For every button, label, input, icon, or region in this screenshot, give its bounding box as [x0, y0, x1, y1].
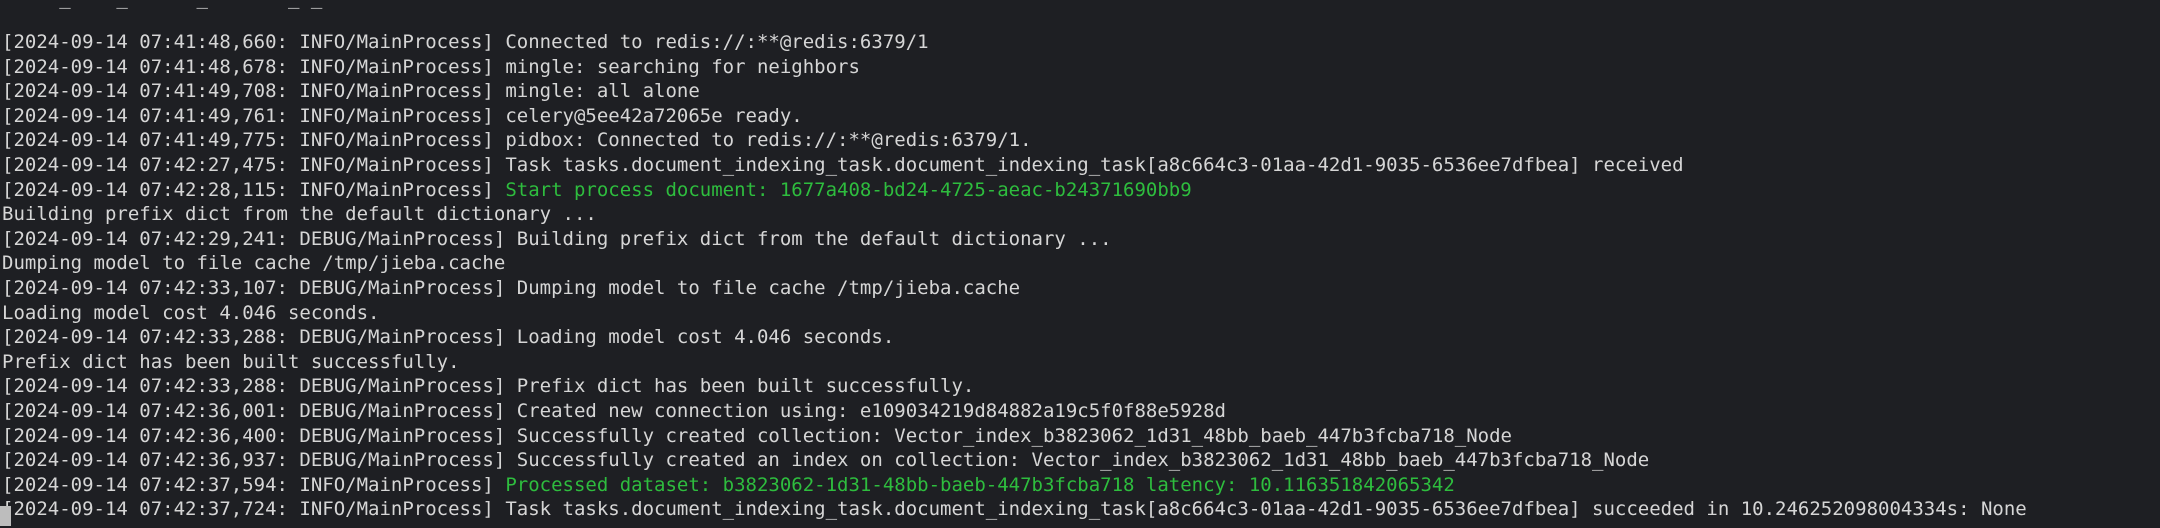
log-message: Task tasks.document_indexing_task.docume…	[505, 498, 2027, 521]
log-line: [2024-09-14 07:42:37,724: INFO/MainProce…	[0, 497, 2160, 522]
log-prefix: [2024-09-14 07:42:33,107: DEBUG/MainProc…	[2, 276, 517, 299]
log-line: [2024-09-14 07:42:33,288: DEBUG/MainProc…	[0, 325, 2160, 350]
log-line: [2024-09-14 07:42:33,288: DEBUG/MainProc…	[0, 374, 2160, 399]
log-line: [2024-09-14 07:42:33,107: DEBUG/MainProc…	[0, 276, 2160, 301]
terminal-cursor	[0, 506, 11, 526]
log-prefix: [2024-09-14 07:42:27,475: INFO/MainProce…	[2, 153, 506, 176]
clipped-top-line: _ _ _ _ _	[0, 0, 402, 11]
log-line: [2024-09-14 07:41:49,708: INFO/MainProce…	[0, 79, 2160, 104]
log-line: [2024-09-14 07:41:48,660: INFO/MainProce…	[0, 30, 2160, 55]
log-output: [2024-09-14 07:41:48,660: INFO/MainProce…	[0, 30, 2160, 522]
log-message: Dumping model to file cache /tmp/jieba.c…	[516, 276, 1021, 299]
log-message: Loading model cost 4.046 seconds.	[2, 301, 380, 324]
log-message: Successfully created an index on collect…	[516, 449, 1650, 472]
log-prefix: [2024-09-14 07:42:29,241: DEBUG/MainProc…	[2, 227, 517, 250]
log-line: [2024-09-14 07:42:37,594: INFO/MainProce…	[0, 473, 2160, 498]
log-prefix: [2024-09-14 07:42:36,937: DEBUG/MainProc…	[2, 449, 517, 472]
log-line: [2024-09-14 07:42:36,937: DEBUG/MainProc…	[0, 448, 2160, 473]
log-message: mingle: searching for neighbors	[505, 55, 860, 78]
terminal-window[interactable]: _ _ _ _ _ [2024-09-14 07:41:48,660: INFO…	[0, 0, 2160, 528]
log-message: Prefix dict has been built successfully.	[2, 350, 460, 373]
log-message: Dumping model to file cache /tmp/jieba.c…	[2, 252, 506, 275]
log-line: [2024-09-14 07:42:27,475: INFO/MainProce…	[0, 153, 2160, 178]
log-line: Loading model cost 4.046 seconds.	[0, 301, 2160, 326]
log-line: [2024-09-14 07:41:48,678: INFO/MainProce…	[0, 55, 2160, 80]
log-message: Prefix dict has been built successfully.	[516, 375, 975, 398]
log-prefix: [2024-09-14 07:42:36,001: DEBUG/MainProc…	[2, 399, 517, 422]
log-message: Building prefix dict from the default di…	[516, 227, 1112, 250]
log-line: Building prefix dict from the default di…	[0, 202, 2160, 227]
log-message-highlighted: Processed dataset: b3823062-1d31-48bb-ba…	[505, 473, 1455, 496]
log-prefix: [2024-09-14 07:42:36,400: DEBUG/MainProc…	[2, 424, 517, 447]
log-line: [2024-09-14 07:42:29,241: DEBUG/MainProc…	[0, 227, 2160, 252]
log-message-highlighted: Start process document: 1677a408-bd24-47…	[505, 178, 1192, 201]
log-prefix: [2024-09-14 07:42:33,288: DEBUG/MainProc…	[2, 375, 517, 398]
log-message: Successfully created collection: Vector_…	[516, 424, 1512, 447]
log-message: Created new connection using: e109034219…	[516, 399, 1226, 422]
log-prefix: [2024-09-14 07:42:37,724: INFO/MainProce…	[2, 498, 506, 521]
log-message: Loading model cost 4.046 seconds.	[516, 326, 895, 349]
log-line: [2024-09-14 07:42:36,400: DEBUG/MainProc…	[0, 424, 2160, 449]
log-prefix: [2024-09-14 07:41:49,708: INFO/MainProce…	[2, 80, 506, 103]
log-prefix: [2024-09-14 07:42:28,115: INFO/MainProce…	[2, 178, 506, 201]
log-prefix: [2024-09-14 07:41:49,761: INFO/MainProce…	[2, 104, 506, 127]
log-message: mingle: all alone	[505, 80, 700, 103]
log-prefix: [2024-09-14 07:42:33,288: DEBUG/MainProc…	[2, 326, 517, 349]
log-message: Task tasks.document_indexing_task.docume…	[505, 153, 1684, 176]
log-line: [2024-09-14 07:41:49,761: INFO/MainProce…	[0, 104, 2160, 129]
log-message: Connected to redis://:**@redis:6379/1	[505, 31, 929, 53]
log-prefix: [2024-09-14 07:41:48,678: INFO/MainProce…	[2, 55, 506, 78]
log-prefix: [2024-09-14 07:41:49,775: INFO/MainProce…	[2, 129, 506, 152]
log-message: Building prefix dict from the default di…	[2, 203, 597, 226]
log-prefix: [2024-09-14 07:42:37,594: INFO/MainProce…	[2, 473, 506, 496]
log-line: [2024-09-14 07:42:28,115: INFO/MainProce…	[0, 178, 2160, 203]
log-line: [2024-09-14 07:41:49,775: INFO/MainProce…	[0, 128, 2160, 153]
log-line: Prefix dict has been built successfully.	[0, 350, 2160, 375]
log-line: [2024-09-14 07:42:36,001: DEBUG/MainProc…	[0, 399, 2160, 424]
log-message: celery@5ee42a72065e ready.	[505, 104, 803, 127]
log-message: pidbox: Connected to redis://:**@redis:6…	[505, 129, 1032, 152]
log-prefix: [2024-09-14 07:41:48,660: INFO/MainProce…	[2, 31, 506, 53]
log-line: Dumping model to file cache /tmp/jieba.c…	[0, 251, 2160, 276]
